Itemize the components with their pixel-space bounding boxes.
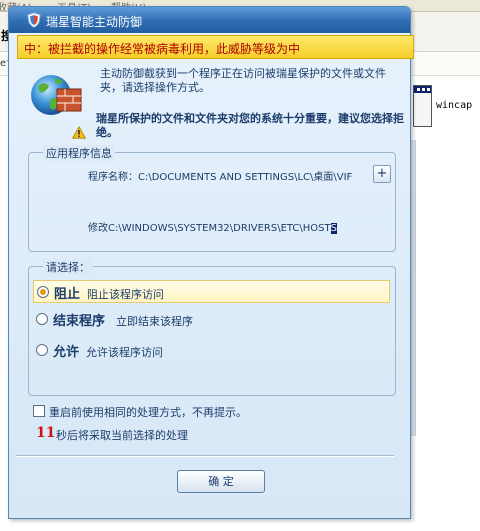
shield-icon xyxy=(27,12,41,28)
countdown-text: 秒后将采取当前选择的处理 xyxy=(56,429,188,442)
action-choice-legend: 请选择： xyxy=(43,259,93,275)
option-block-title: 阻止 xyxy=(54,287,81,302)
security-warning: 瑞星所保护的文件和文件夹对您的系统十分重要，建议您选择拒绝。 xyxy=(96,112,404,139)
interception-description: 主动防御截获到一个程序正在访问被瑞星保护的文件或文件夹，请选择操作方式。 xyxy=(100,67,386,94)
option-terminate-desc: 立即结束该程序 xyxy=(116,315,193,328)
dialog-title: 瑞星智能主动防御 xyxy=(46,15,143,29)
option-terminate-title: 结束程序 xyxy=(53,314,106,329)
option-allow-desc: 允许该程序访问 xyxy=(86,346,163,359)
dialog-titlebar[interactable]: 瑞星智能主动防御 xyxy=(9,7,410,33)
radio-block[interactable] xyxy=(37,286,49,298)
remember-choice[interactable]: 重启前使用相同的处理方式，不再提示。 xyxy=(33,403,393,419)
countdown-seconds: 11 xyxy=(36,425,56,441)
radio-terminate[interactable] xyxy=(36,313,48,325)
operation-detail: 修改C:\WINDOWS\SYSTEM32\DRIVERS\ETC\HOSTS xyxy=(88,219,348,234)
option-block-desc: 阻止该程序访问 xyxy=(87,288,164,301)
program-name: 程序名称：C:\DOCUMENTS AND SETTINGS\LC\桌面\VIF xyxy=(88,172,353,183)
option-terminate[interactable]: 结束程序 立即结束该程序 xyxy=(33,308,390,331)
ok-button[interactable]: 确 定 xyxy=(177,470,265,493)
app-info-group: 应用程序信息 xyxy=(28,145,396,252)
option-allow[interactable]: 允许 允许该程序访问 xyxy=(33,339,390,362)
text-selection-cursor: S xyxy=(330,223,337,234)
option-block[interactable]: 阻止 阻止该程序访问 xyxy=(33,280,390,303)
operation-path: 修改C:\WINDOWS\SYSTEM32\DRIVERS\ETC\HOST xyxy=(88,223,331,234)
background-window-icon[interactable] xyxy=(413,85,432,127)
option-allow-title: 允许 xyxy=(53,345,80,360)
remember-checkbox[interactable] xyxy=(33,405,45,417)
app-info-legend: 应用程序信息 xyxy=(43,145,115,161)
expand-details-button[interactable]: + xyxy=(373,165,391,183)
radio-allow[interactable] xyxy=(36,344,48,356)
lock-warning-icon xyxy=(72,126,86,139)
threat-level-alert: 中：被拦截的操作经常被病毒利用，此威胁等级为中 xyxy=(17,35,414,59)
remember-label: 重启前使用相同的处理方式，不再提示。 xyxy=(49,406,247,419)
footer-divider xyxy=(16,455,394,457)
globe-firewall-icon xyxy=(31,75,82,115)
background-file-label[interactable]: wincap xyxy=(436,100,472,111)
